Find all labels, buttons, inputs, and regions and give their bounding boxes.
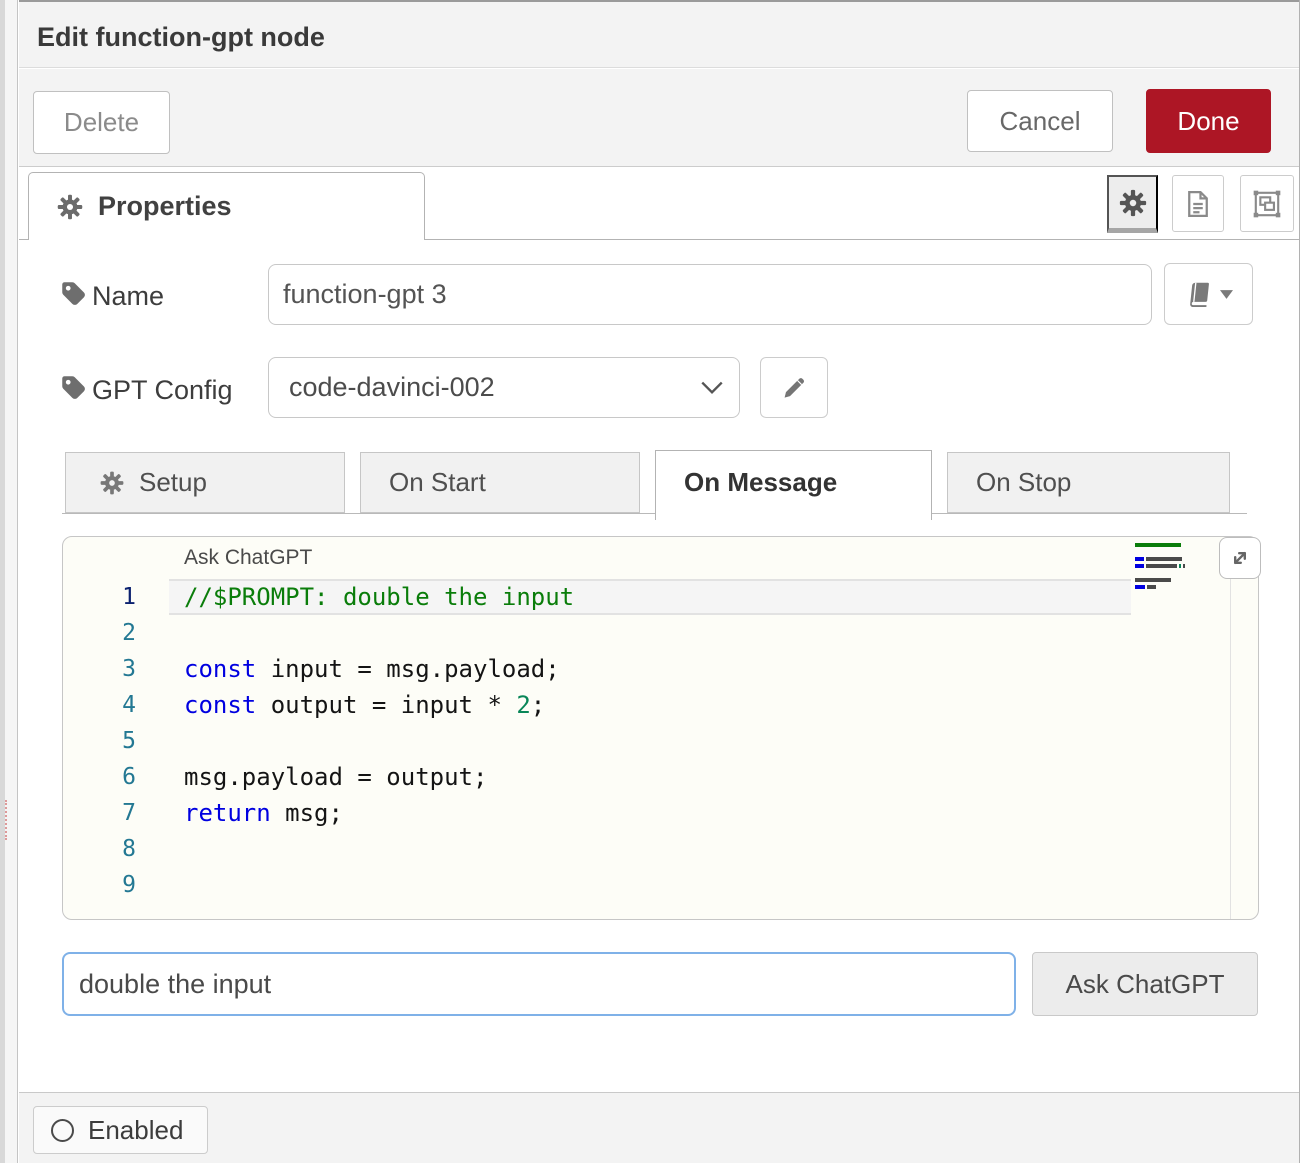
- tab-properties-label: Properties: [98, 191, 232, 222]
- tab-on-message[interactable]: On Message: [655, 450, 932, 520]
- line-number: 4: [63, 687, 136, 723]
- document-icon: [1183, 189, 1213, 219]
- tag-icon: [60, 374, 87, 401]
- tab-on-start[interactable]: On Start: [360, 452, 640, 513]
- code-line[interactable]: return msg;: [184, 795, 574, 831]
- dialog-title: Edit function-gpt node: [37, 22, 325, 53]
- enabled-toggle-button[interactable]: Enabled: [33, 1106, 208, 1154]
- code-line[interactable]: const output = input * 2;: [184, 687, 574, 723]
- tab-on-stop[interactable]: On Stop: [947, 452, 1230, 513]
- tab-on-message-label: On Message: [684, 467, 837, 498]
- line-number: 8: [63, 831, 136, 867]
- enabled-circle-icon: [51, 1119, 74, 1142]
- gear-icon: [1118, 188, 1148, 218]
- divider: [1230, 537, 1231, 919]
- workspace-edge-gutter: [5, 0, 18, 1163]
- name-type-button[interactable]: [1164, 263, 1253, 325]
- code-line[interactable]: [184, 867, 574, 903]
- name-label: Name: [92, 281, 164, 312]
- edit-node-dialog: Edit function-gpt node Delete Cancel Don…: [0, 0, 1304, 1163]
- line-number: 5: [63, 723, 136, 759]
- chevron-down-icon: [699, 379, 725, 397]
- editor-minimap[interactable]: [1135, 543, 1197, 606]
- editor-code[interactable]: //$PROMPT: double the input const input =…: [184, 579, 574, 903]
- line-number: 3: [63, 651, 136, 687]
- book-icon: [1185, 281, 1212, 308]
- code-line[interactable]: const input = msg.payload;: [184, 651, 574, 687]
- caret-down-icon: [1220, 290, 1233, 299]
- code-line[interactable]: [184, 723, 574, 759]
- tab-on-stop-label: On Stop: [976, 467, 1071, 498]
- node-settings-button[interactable]: [1107, 175, 1158, 233]
- code-line[interactable]: [184, 831, 574, 867]
- expand-editor-button[interactable]: [1219, 537, 1261, 579]
- codelens-ask-chatgpt[interactable]: Ask ChatGPT: [184, 546, 312, 570]
- gpt-config-label: GPT Config: [92, 375, 233, 406]
- gpt-config-selected-value: code-davinci-002: [289, 372, 699, 403]
- enabled-label: Enabled: [88, 1115, 183, 1146]
- group-selection-icon: [1251, 188, 1283, 220]
- code-line[interactable]: msg.payload = output;: [184, 759, 574, 795]
- cancel-button[interactable]: Cancel: [967, 90, 1113, 152]
- line-number: 2: [63, 615, 136, 651]
- tab-setup-label: Setup: [139, 467, 207, 498]
- node-description-button[interactable]: [1172, 175, 1224, 232]
- line-number: 1: [63, 579, 136, 615]
- delete-button[interactable]: Delete: [33, 91, 170, 154]
- tag-icon: [60, 280, 87, 307]
- dialog-footer: [19, 1092, 1300, 1163]
- editor-gutter: 123456789: [63, 579, 136, 903]
- gpt-config-select[interactable]: code-davinci-002: [268, 357, 740, 418]
- gear-icon: [56, 193, 84, 221]
- ask-chatgpt-button[interactable]: Ask ChatGPT: [1032, 952, 1258, 1016]
- name-input[interactable]: [268, 264, 1152, 325]
- edit-config-button[interactable]: [760, 357, 828, 418]
- line-number: 9: [63, 867, 136, 903]
- line-number: 7: [63, 795, 136, 831]
- node-appearance-button[interactable]: [1240, 175, 1294, 232]
- line-number: 6: [63, 759, 136, 795]
- pencil-icon: [781, 374, 808, 401]
- workspace-grid-fragment: [5, 800, 7, 840]
- code-editor[interactable]: Ask ChatGPT 123456789 //$PROMPT: double …: [62, 536, 1259, 920]
- tab-on-start-label: On Start: [389, 467, 486, 498]
- tab-properties[interactable]: Properties: [28, 172, 425, 240]
- tab-setup[interactable]: Setup: [65, 452, 345, 513]
- gear-icon: [99, 470, 125, 496]
- code-line[interactable]: [184, 615, 574, 651]
- prompt-input[interactable]: [62, 952, 1016, 1016]
- code-line[interactable]: //$PROMPT: double the input: [184, 579, 574, 615]
- expand-icon: [1228, 546, 1252, 570]
- dialog-right-border: [1299, 0, 1300, 1163]
- done-button[interactable]: Done: [1146, 89, 1271, 153]
